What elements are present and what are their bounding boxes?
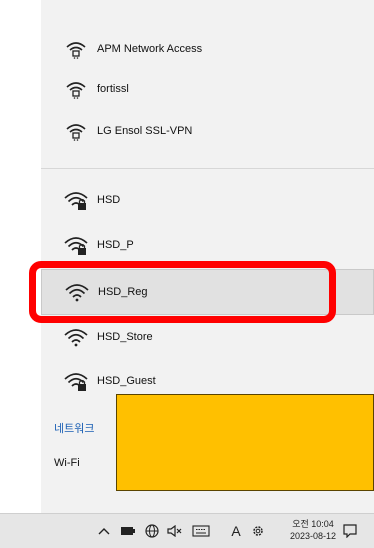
- wifi-item-label: HSD_P: [97, 239, 134, 251]
- vpn-icon: [66, 124, 86, 141]
- vpn-item-fortissl[interactable]: fortissl: [41, 66, 374, 112]
- wifi-secured-icon: [64, 373, 88, 391]
- redaction-box: [116, 394, 374, 491]
- speaker-muted-icon[interactable]: [166, 522, 184, 540]
- vpn-item-label: LG Ensol SSL-VPN: [97, 125, 193, 137]
- vpn-item-label: fortissl: [97, 83, 129, 95]
- globe-network-icon[interactable]: [143, 522, 161, 540]
- wifi-icon: [64, 329, 88, 347]
- vpn-icon: [66, 42, 86, 59]
- wifi-item-hsd-store[interactable]: HSD_Store: [41, 314, 374, 360]
- vpn-icon: [66, 82, 86, 99]
- wifi-item-label: HSD: [97, 194, 121, 206]
- section-divider: [41, 168, 374, 169]
- input-mode-indicator[interactable]: A: [227, 522, 245, 540]
- vpn-item-lg-ensol-ssl-vpn[interactable]: LG Ensol SSL-VPN: [41, 108, 374, 154]
- wifi-toggle-label[interactable]: Wi-Fi: [54, 457, 80, 469]
- clock-date: 2023-08-12: [289, 531, 337, 541]
- wifi-item-label: HSD_Guest: [97, 375, 156, 387]
- wifi-item-label: HSD_Store: [97, 331, 153, 343]
- wifi-item-hsd-p[interactable]: HSD_P: [41, 222, 374, 268]
- notification-icon[interactable]: [341, 522, 359, 540]
- network-settings-link[interactable]: 네트워크: [54, 420, 94, 436]
- ime-settings-icon[interactable]: [249, 522, 267, 540]
- wifi-item-label: HSD_Reg: [98, 286, 148, 298]
- vpn-item-label: APM Network Access: [97, 43, 203, 55]
- wifi-item-hsd-reg[interactable]: HSD_Reg: [41, 269, 374, 315]
- wifi-item-hsd[interactable]: HSD: [41, 177, 374, 223]
- taskbar: A 오전 10:04 2023-08-12: [0, 513, 374, 548]
- keyboard-icon[interactable]: [192, 522, 210, 540]
- taskbar-clock[interactable]: 오전 10:04 2023-08-12: [286, 518, 340, 542]
- clock-time: 오전 10:04: [292, 519, 334, 529]
- battery-icon[interactable]: [119, 522, 137, 540]
- wifi-secured-icon: [64, 192, 88, 210]
- chevron-up-icon[interactable]: [95, 522, 113, 540]
- wifi-secured-icon: [64, 237, 88, 255]
- wifi-icon: [65, 284, 89, 302]
